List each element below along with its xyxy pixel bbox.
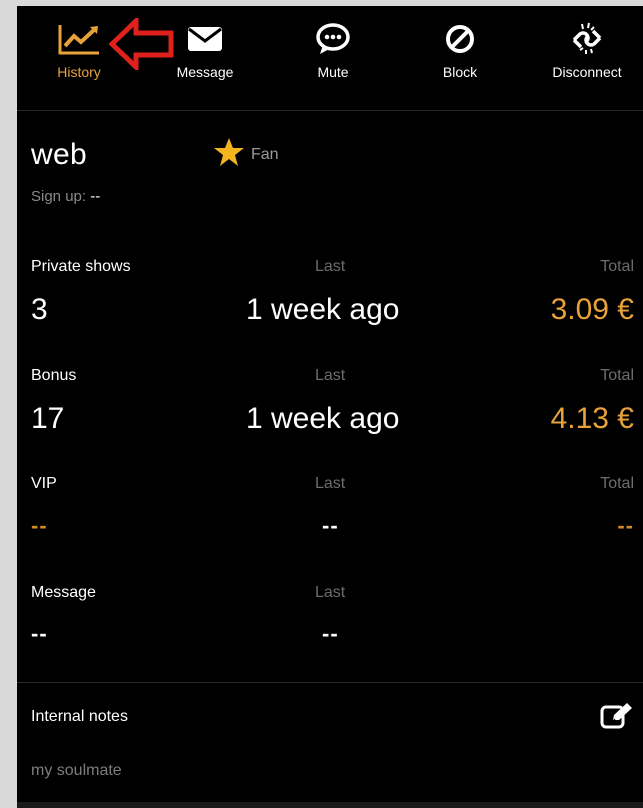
- private-shows-last: 1 week ago: [246, 293, 400, 326]
- vip-total-label: Total: [600, 475, 634, 492]
- signup-value: --: [90, 188, 101, 205]
- mute-button[interactable]: Mute: [283, 16, 383, 80]
- private-shows-last-label: Last: [315, 258, 346, 275]
- bonus-last-label: Last: [315, 367, 346, 384]
- mute-label: Mute: [317, 64, 349, 80]
- internal-notes-text[interactable]: my soulmate: [31, 762, 122, 780]
- edit-icon[interactable]: [600, 702, 634, 735]
- ban-icon: [410, 16, 510, 62]
- fan-label: Fan: [251, 145, 279, 163]
- speech-bubble-icon: [283, 16, 383, 62]
- vip-count: --: [31, 513, 48, 538]
- signup-info: Sign up: --: [31, 188, 100, 205]
- message-last-label: Last: [315, 584, 346, 601]
- bonus-total-label: Total: [600, 367, 634, 384]
- internal-notes-title: Internal notes: [31, 708, 128, 725]
- private-shows-total-label: Total: [600, 258, 634, 275]
- bonus-last: 1 week ago: [246, 402, 400, 435]
- vip-last: --: [322, 513, 339, 538]
- vip-total: --: [617, 513, 634, 538]
- bottom-bar: [17, 802, 643, 808]
- block-button[interactable]: Block: [410, 16, 510, 80]
- message-button[interactable]: Message: [155, 16, 255, 80]
- message-last: --: [322, 621, 339, 646]
- user-panel: History Message Mute Block Disconnect we…: [17, 6, 643, 808]
- private-shows-label: Private shows: [31, 258, 131, 275]
- private-shows-count: 3: [31, 293, 48, 326]
- divider: [17, 682, 643, 683]
- message-count: --: [31, 621, 48, 646]
- star-icon: [213, 137, 245, 172]
- username: web: [31, 138, 87, 171]
- message-stat-label: Message: [31, 584, 96, 601]
- fan-badge: Fan: [213, 137, 279, 172]
- disconnect-label: Disconnect: [552, 64, 622, 80]
- envelope-icon: [155, 16, 255, 62]
- action-toolbar: History Message Mute Block Disconnect: [17, 6, 643, 111]
- vip-label: VIP: [31, 475, 57, 492]
- broken-link-icon: [537, 16, 637, 62]
- private-shows-total: 3.09 €: [550, 293, 634, 326]
- vip-last-label: Last: [315, 475, 346, 492]
- disconnect-button[interactable]: Disconnect: [537, 16, 637, 80]
- block-label: Block: [442, 64, 478, 80]
- bonus-total: 4.13 €: [550, 402, 634, 435]
- signup-label: Sign up:: [31, 188, 87, 205]
- bonus-label: Bonus: [31, 367, 77, 384]
- message-label: Message: [176, 64, 234, 80]
- bonus-count: 17: [31, 402, 65, 435]
